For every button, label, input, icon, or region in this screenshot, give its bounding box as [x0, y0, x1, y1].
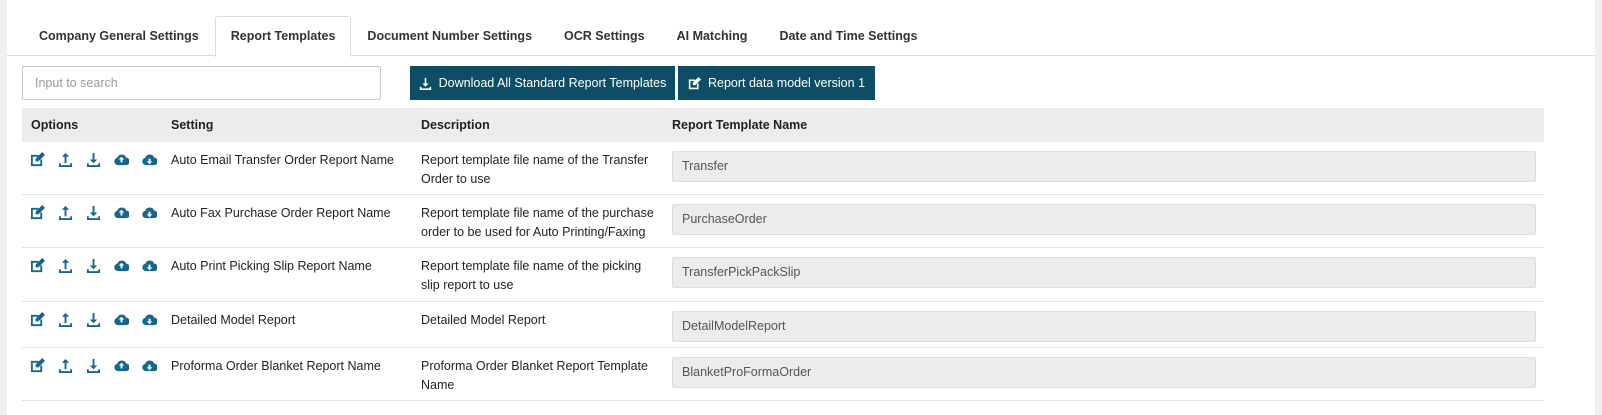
- edit-icon[interactable]: [30, 257, 58, 273]
- template-name-field: BlanketProFormaOrder: [672, 357, 1536, 388]
- tab-document-number-settings[interactable]: Document Number Settings: [351, 16, 548, 56]
- cloud-download-icon[interactable]: [142, 204, 170, 220]
- row-description: Proforma Order Blanket Report Template N…: [421, 359, 648, 392]
- template-name-field: PurchaseOrder: [672, 204, 1536, 235]
- download-icon: [419, 77, 431, 90]
- row-options: [22, 204, 171, 220]
- row-options: [22, 151, 171, 167]
- cloud-download-icon[interactable]: [142, 311, 170, 327]
- download-icon[interactable]: [86, 151, 114, 167]
- template-name-field: TransferPickPackSlip: [672, 257, 1536, 288]
- search-input[interactable]: [22, 66, 381, 100]
- cloud-download-icon[interactable]: [142, 257, 170, 273]
- settings-tabs: Company General Settings Report Template…: [7, 16, 1595, 57]
- edit-icon: [688, 76, 701, 89]
- cloud-upload-icon[interactable]: [114, 257, 142, 273]
- row-options: [22, 311, 171, 327]
- row-template-name-cell: BlanketProFormaOrder: [672, 357, 1544, 388]
- row-description: Report template file name of the purchas…: [421, 206, 654, 239]
- table-row: Auto Print Picking Slip Report Name Repo…: [22, 248, 1544, 302]
- upload-icon[interactable]: [58, 204, 86, 220]
- header-options: Options: [31, 118, 79, 132]
- row-description: Detailed Model Report: [421, 313, 546, 327]
- cloud-upload-icon[interactable]: [114, 311, 142, 327]
- row-setting: Detailed Model Report: [171, 313, 296, 327]
- row-setting: Auto Print Picking Slip Report Name: [171, 259, 372, 273]
- row-description: Report template file name of the picking…: [421, 259, 642, 292]
- settings-panel: Company General Settings Report Template…: [7, 0, 1595, 415]
- row-options: [22, 257, 171, 273]
- table-row: Auto Fax Purchase Order Report Name Repo…: [22, 195, 1544, 248]
- upload-icon[interactable]: [58, 311, 86, 327]
- row-options: [22, 357, 171, 373]
- cloud-download-icon[interactable]: [142, 151, 170, 167]
- row-template-name-cell: DetailModelReport: [672, 311, 1544, 342]
- table-row: Detailed Model Report Detailed Model Rep…: [22, 302, 1544, 348]
- table-row: Auto Email Transfer Order Report Name Re…: [22, 142, 1544, 195]
- header-report-template-name: Report Template Name: [672, 118, 808, 132]
- row-setting: Auto Email Transfer Order Report Name: [171, 153, 394, 167]
- cloud-upload-icon[interactable]: [114, 151, 142, 167]
- report-data-model-label: Report data model version 1: [707, 76, 866, 90]
- edit-icon[interactable]: [30, 204, 58, 220]
- download-icon[interactable]: [86, 204, 114, 220]
- row-description: Report template file name of the Transfe…: [421, 153, 649, 186]
- cloud-upload-icon[interactable]: [114, 357, 142, 373]
- row-template-name-cell: TransferPickPackSlip: [672, 257, 1544, 288]
- tab-ai-matching[interactable]: AI Matching: [661, 16, 764, 56]
- tab-company-general-settings[interactable]: Company General Settings: [23, 16, 215, 56]
- template-name-field: Transfer: [672, 151, 1536, 182]
- template-name-field: DetailModelReport: [672, 311, 1536, 342]
- tab-report-templates[interactable]: Report Templates: [214, 16, 352, 57]
- row-template-name-cell: PurchaseOrder: [672, 204, 1544, 235]
- edit-icon[interactable]: [30, 311, 58, 327]
- row-template-name-cell: Transfer: [672, 151, 1544, 182]
- download-icon[interactable]: [86, 311, 114, 327]
- table-row: Proforma Order Blanket Report Name Profo…: [22, 348, 1544, 401]
- table-header: Options Setting Description Report Templ…: [22, 108, 1544, 142]
- download-all-label: Download All Standard Report Templates: [438, 76, 667, 90]
- upload-icon[interactable]: [58, 257, 86, 273]
- upload-icon[interactable]: [58, 151, 86, 167]
- cloud-upload-icon[interactable]: [114, 204, 142, 220]
- download-icon[interactable]: [86, 257, 114, 273]
- edit-icon[interactable]: [30, 151, 58, 167]
- tab-ocr-settings[interactable]: OCR Settings: [548, 16, 661, 56]
- download-all-templates-button[interactable]: Download All Standard Report Templates: [410, 66, 675, 100]
- header-description: Description: [421, 118, 490, 132]
- upload-icon[interactable]: [58, 357, 86, 373]
- tab-date-and-time-settings[interactable]: Date and Time Settings: [763, 16, 933, 56]
- cloud-download-icon[interactable]: [142, 357, 170, 373]
- row-setting: Auto Fax Purchase Order Report Name: [171, 206, 391, 220]
- report-data-model-button[interactable]: Report data model version 1: [678, 66, 875, 100]
- edit-icon[interactable]: [30, 357, 58, 373]
- row-setting: Proforma Order Blanket Report Name: [171, 359, 381, 373]
- download-icon[interactable]: [86, 357, 114, 373]
- report-templates-table: Options Setting Description Report Templ…: [22, 108, 1544, 401]
- header-setting: Setting: [171, 118, 214, 132]
